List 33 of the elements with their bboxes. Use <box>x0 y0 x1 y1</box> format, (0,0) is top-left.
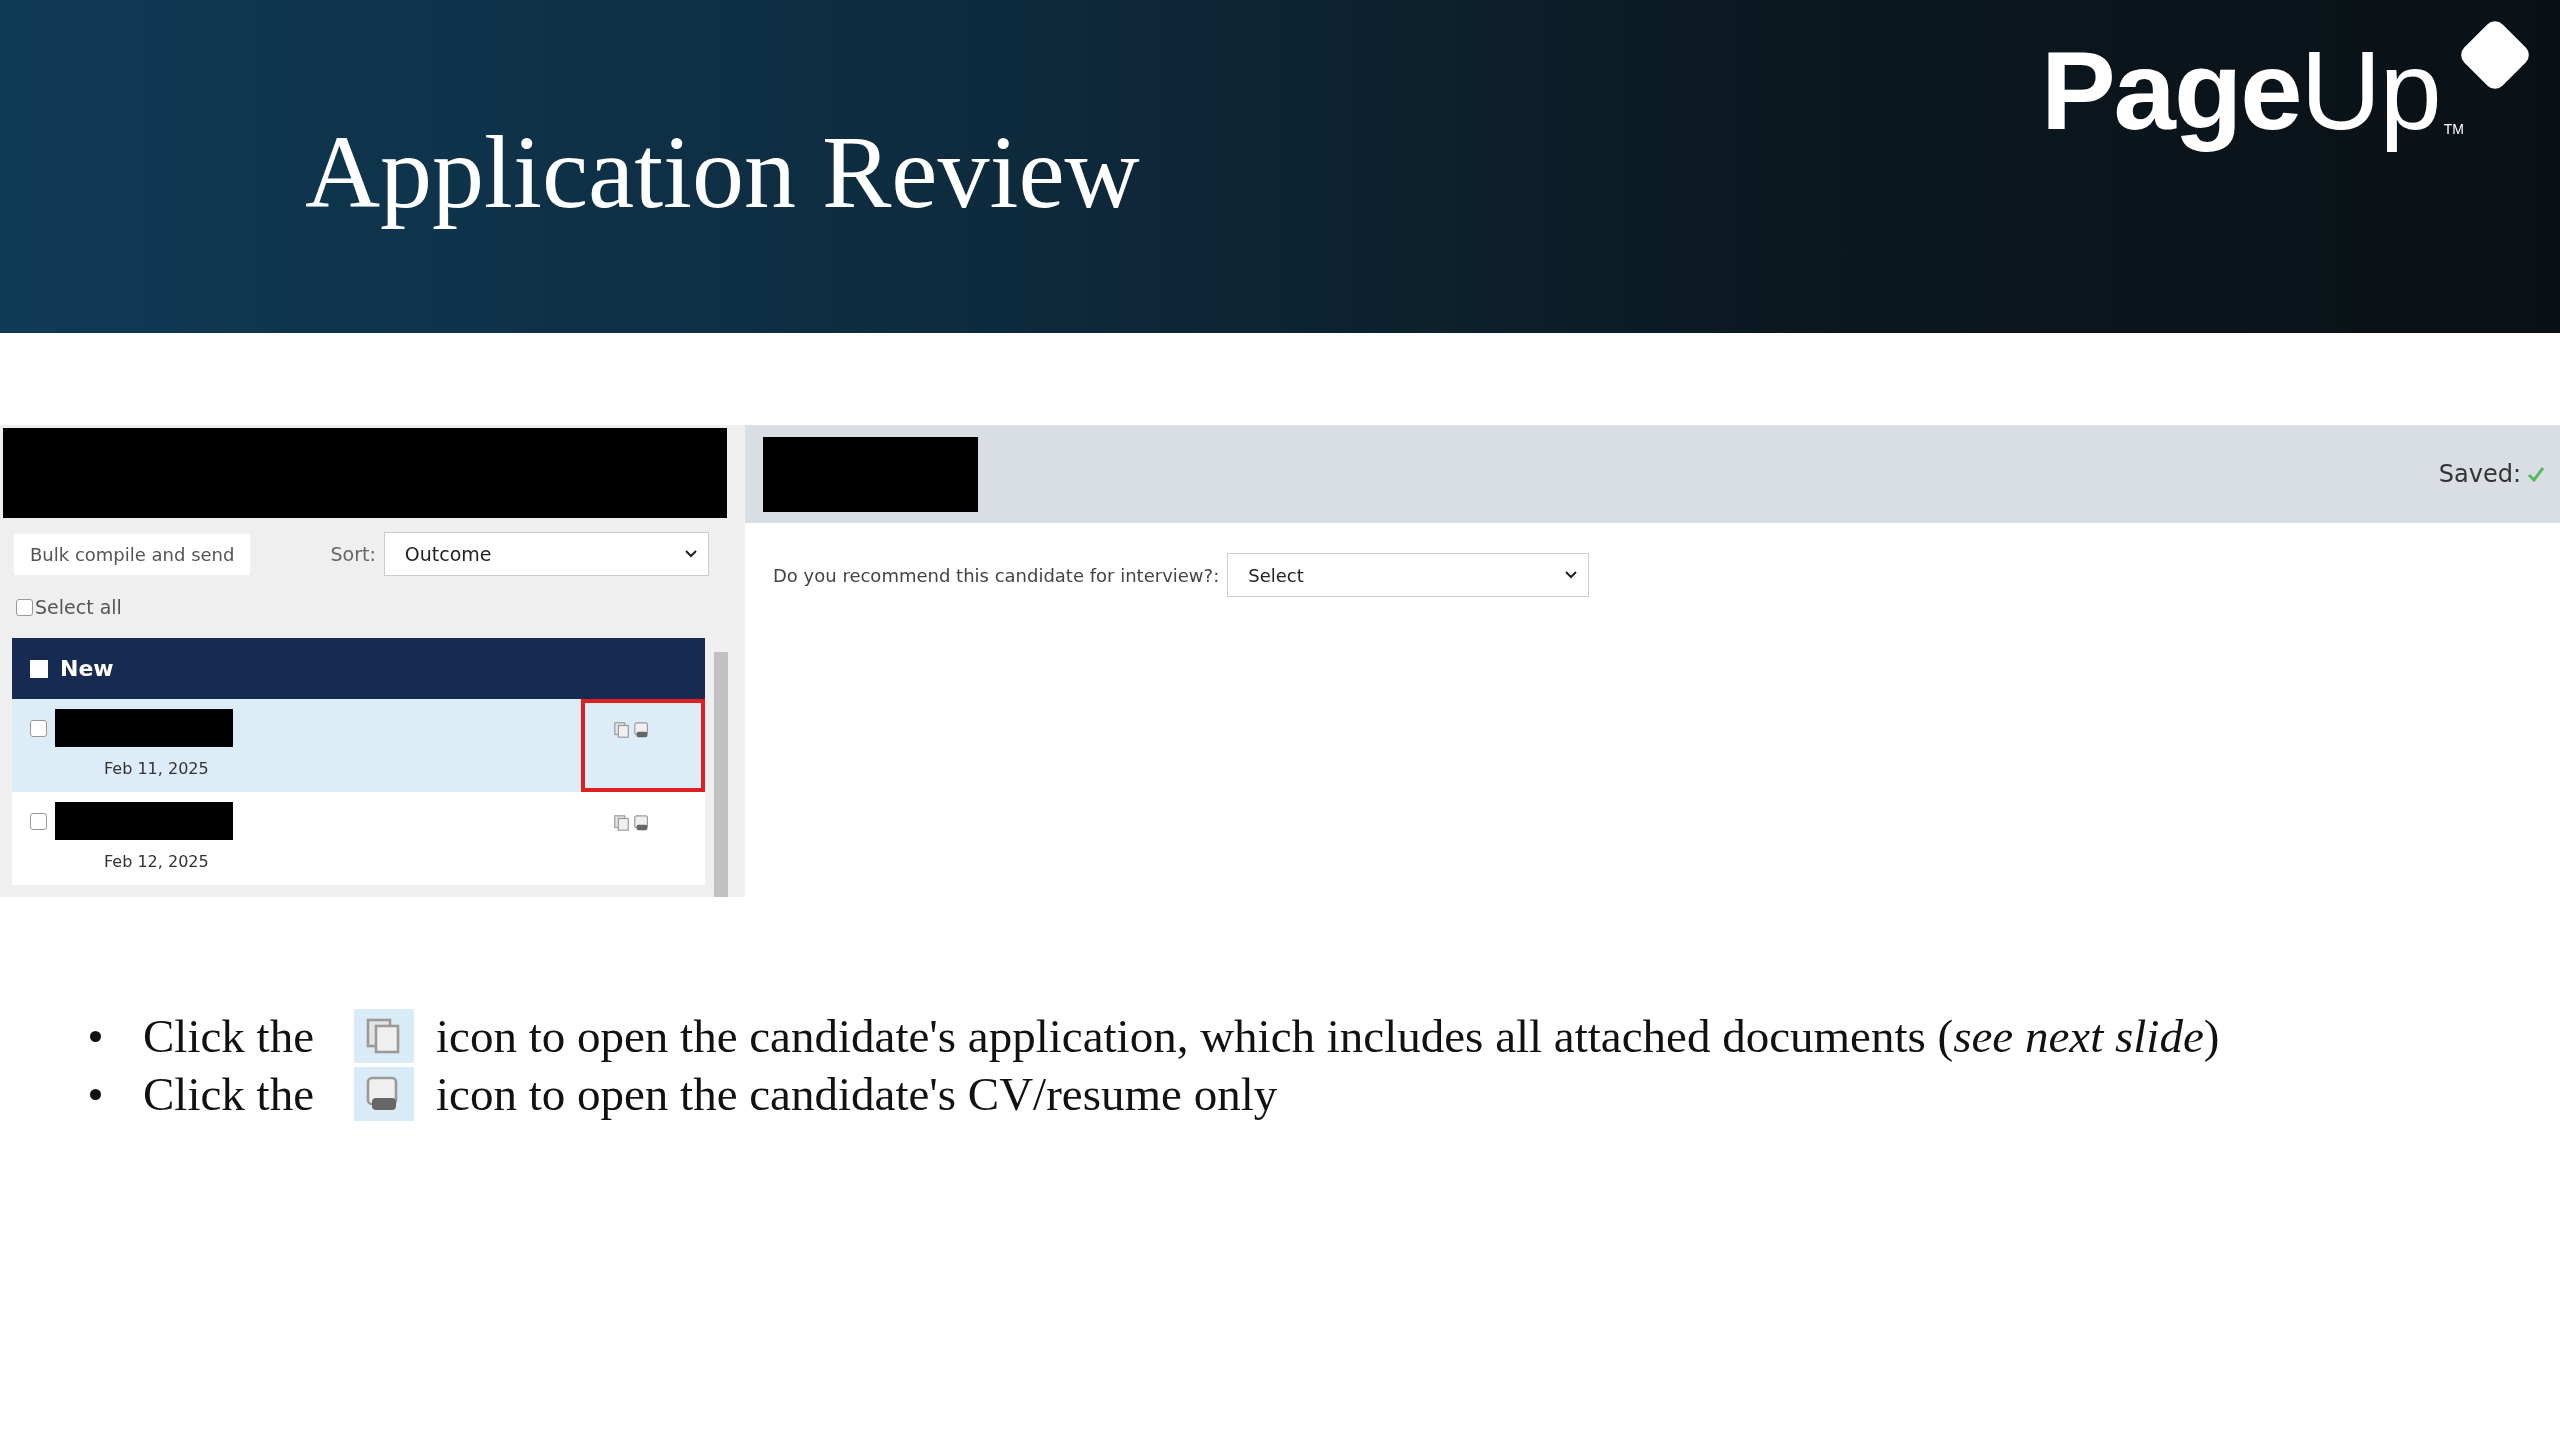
logo-text: PageUp <box>2040 27 2440 156</box>
resume-icon[interactable] <box>633 721 651 739</box>
sort-label: Sort: <box>330 543 376 565</box>
saved-label: Saved: <box>2438 460 2521 488</box>
chevron-down-icon <box>683 549 698 559</box>
bullet-text: icon to open the candidate's CV/resume only <box>436 1067 1278 1121</box>
checkbox[interactable] <box>30 812 47 830</box>
bulk-send-button[interactable]: Bulk compile and send <box>14 533 251 575</box>
checkbox[interactable] <box>30 659 48 678</box>
sort-dropdown[interactable]: Outcome <box>383 532 709 576</box>
checkbox[interactable] <box>16 598 33 616</box>
checkbox[interactable] <box>30 719 47 737</box>
slide-title: Application Review <box>305 113 1140 231</box>
bullet-text: Click the <box>143 1009 314 1063</box>
scrollbar-thumb[interactable] <box>714 652 728 897</box>
bullet-text: Click the <box>143 1067 314 1121</box>
trademark-mark: TM <box>2443 120 2464 137</box>
bullet-dot <box>90 1030 101 1042</box>
documents-icon[interactable] <box>613 721 631 739</box>
resume-icon[interactable] <box>633 814 651 832</box>
bullet-dot <box>90 1088 101 1100</box>
bullet-text: icon to open the candidate's application, which includes all attached documents (see next slide) <box>436 1009 2220 1063</box>
check-icon <box>2527 466 2545 482</box>
select-all-label: Select all <box>35 596 122 618</box>
answer-dropdown[interactable]: Select <box>1227 553 1590 597</box>
candidate-row[interactable]: Feb 12, 2025 <box>12 792 705 885</box>
chevron-down-icon <box>1564 570 1579 580</box>
row-date: Feb 12, 2025 <box>104 852 210 871</box>
documents-icon[interactable] <box>613 814 631 832</box>
group-label: New <box>60 656 114 681</box>
candidate-row[interactable]: Feb 11, 2025 <box>12 699 705 792</box>
question-label: Do you recommend this candidate for interview?: <box>773 564 1220 586</box>
row-date: Feb 11, 2025 <box>104 759 210 778</box>
